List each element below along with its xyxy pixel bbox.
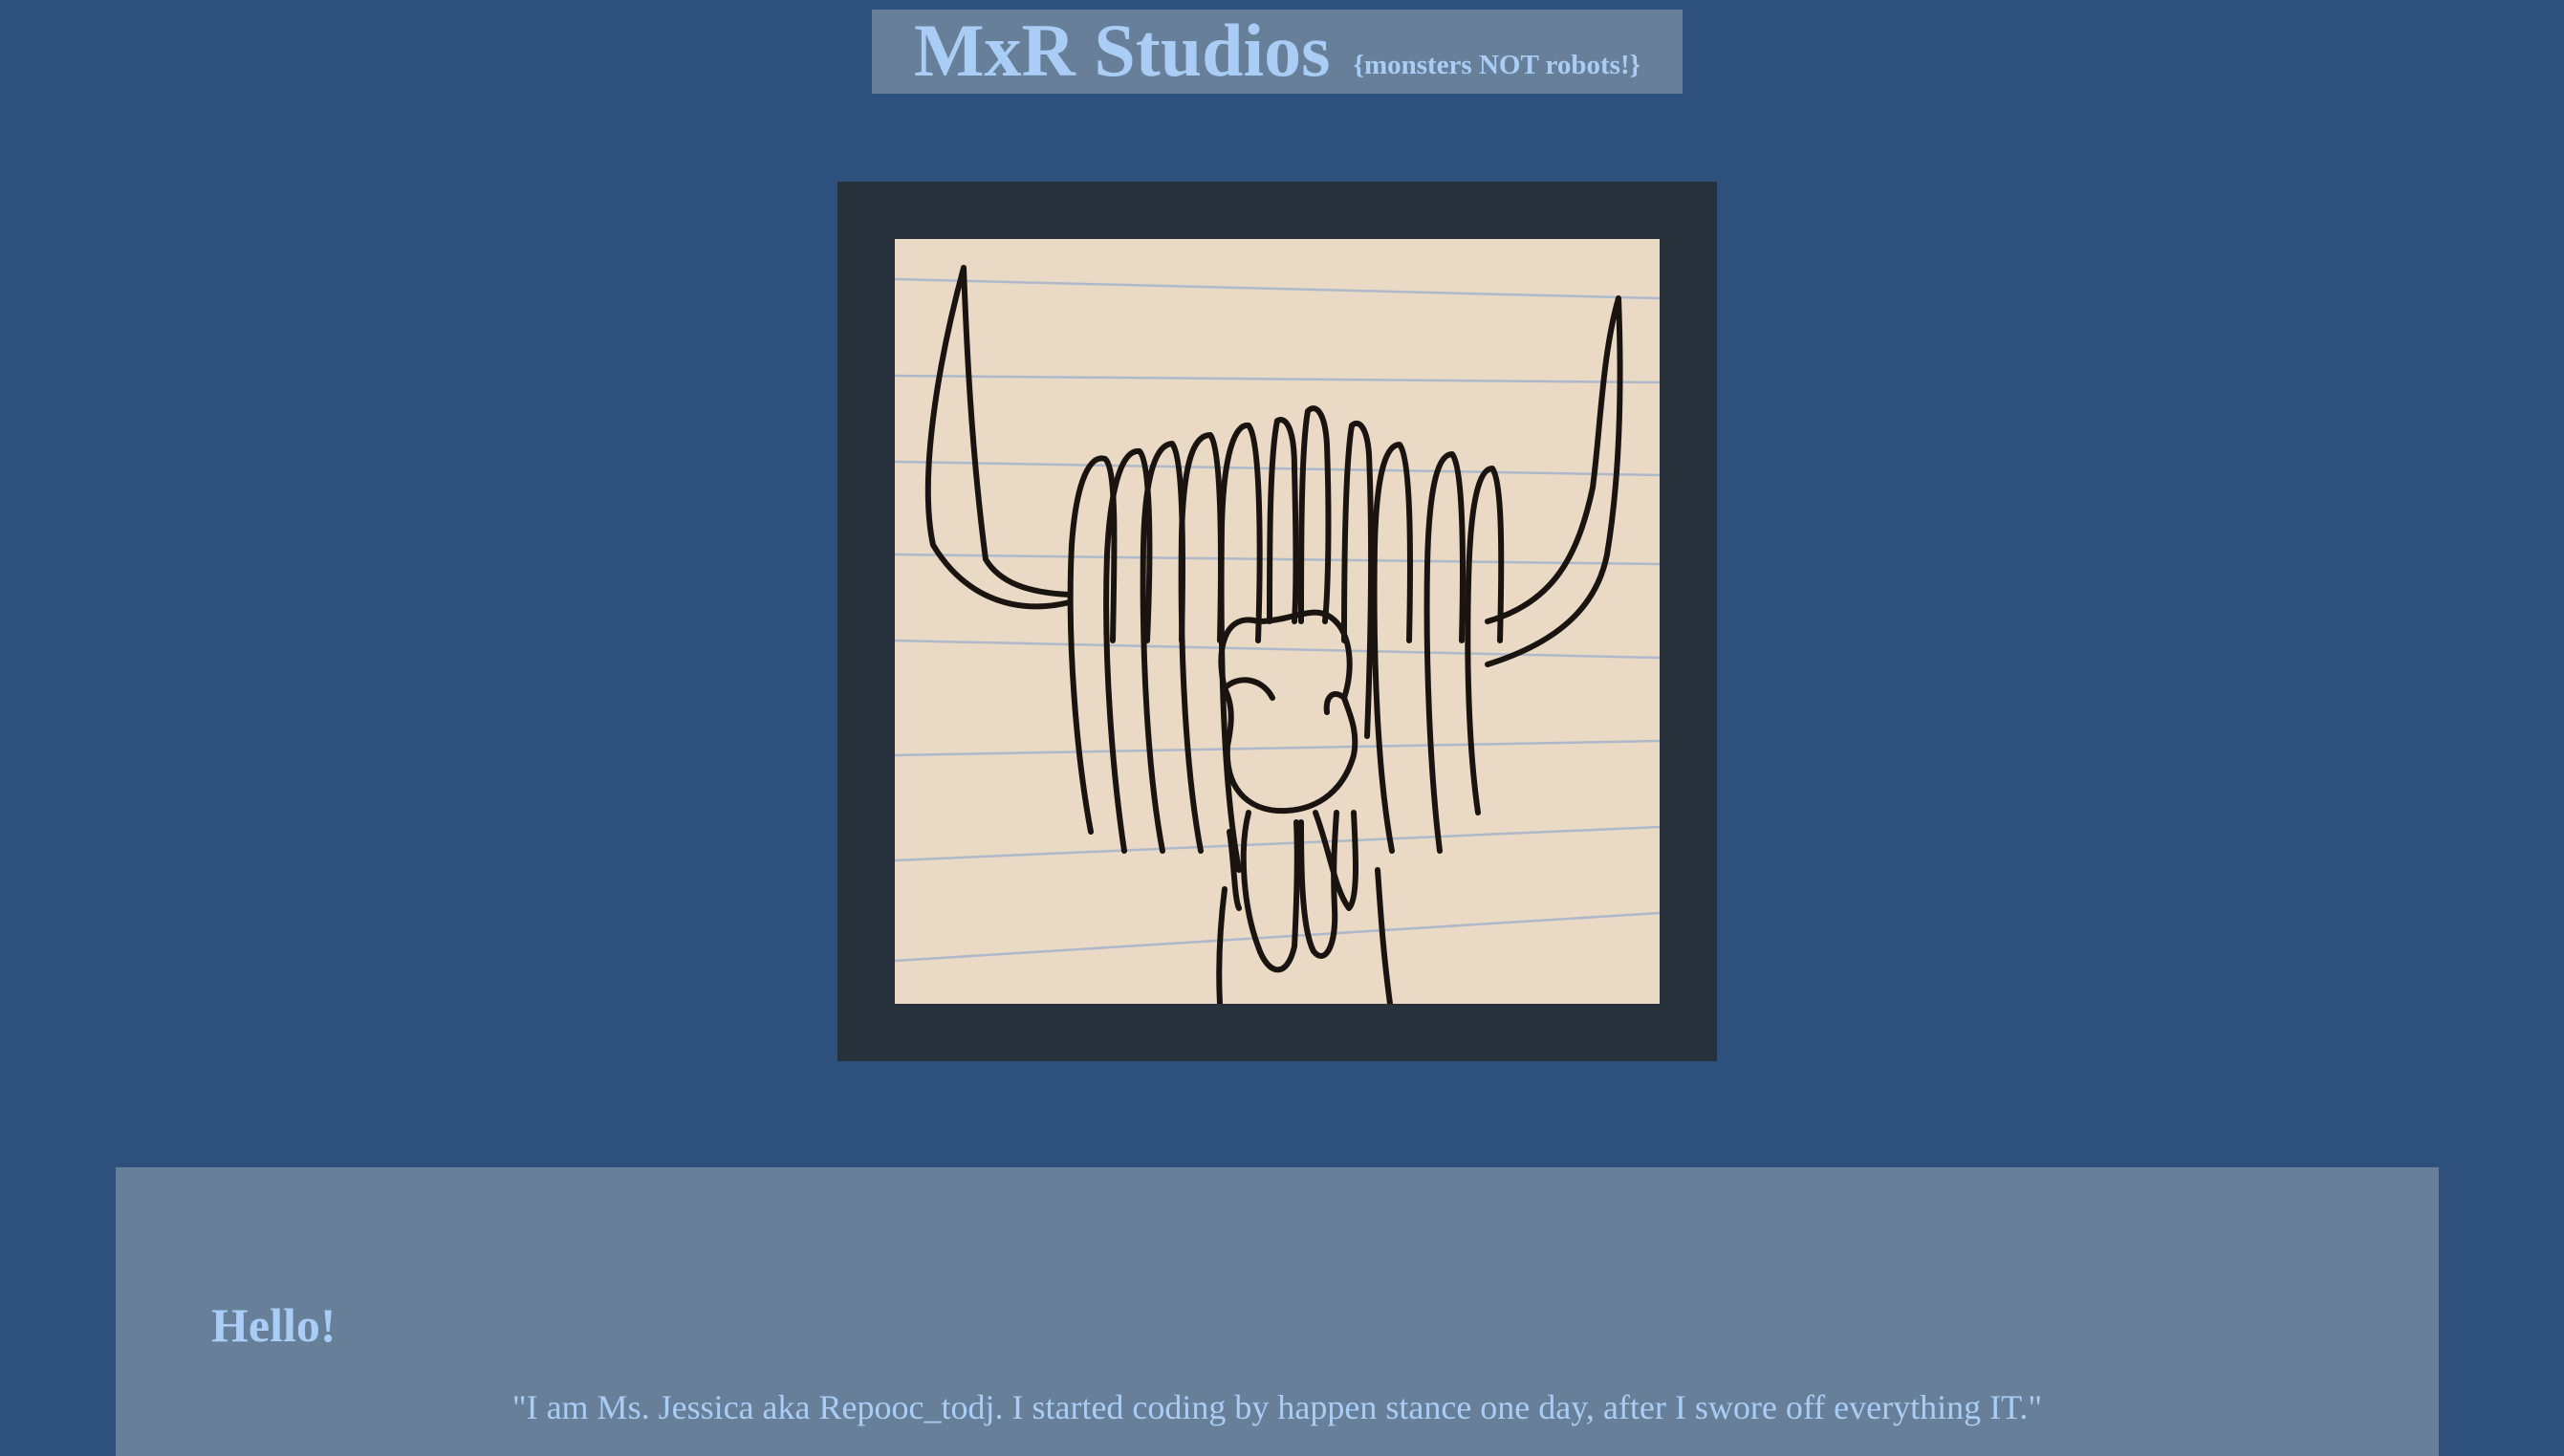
site-tagline: {monsters NOT robots!} [1353,49,1641,80]
yak-drawing-icon [895,239,1660,1004]
site-header: MxR Studios {monsters NOT robots!} [872,10,1683,94]
about-heading: Hello! [211,1298,337,1352]
about-quote: "I am Ms. Jessica aka Repooc_todj. I sta… [511,1388,2043,1426]
hero-image-frame [837,182,1717,1061]
site-title: MxR Studios [913,9,1331,92]
about-section: Hello! "I am Ms. Jessica aka Repooc_todj… [116,1167,2439,1456]
